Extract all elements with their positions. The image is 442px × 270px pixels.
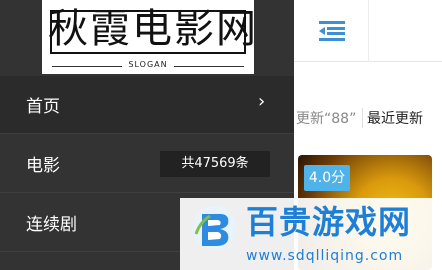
- score-badge: 4.0分: [304, 165, 350, 191]
- slogan-rule-left: [52, 66, 122, 67]
- watermark-url: www.sdqlliqing.com: [246, 248, 404, 264]
- logo-title: 秋霞电影网: [48, 6, 258, 52]
- nav-item-label: 电影: [26, 156, 60, 176]
- logo-slogan: SLOGAN: [128, 60, 168, 69]
- search-result-text: 更新“88”: [296, 111, 357, 127]
- watermark-title: 百贵游戏网: [246, 203, 412, 241]
- nav-item-label: 连续剧: [26, 215, 77, 235]
- nav-item-movies[interactable]: 电影 共47569条: [0, 135, 294, 193]
- nav-item-home[interactable]: 首页 ›: [0, 76, 294, 134]
- count-badge: 共47569条: [160, 151, 270, 177]
- topbar-divider: [368, 0, 369, 62]
- site-logo[interactable]: 秋霞电影网 SLOGAN: [42, 0, 258, 74]
- nav-item-label: 首页: [26, 97, 60, 117]
- watermark-logo-icon: [190, 204, 238, 252]
- chevron-right-icon: ›: [258, 91, 266, 112]
- latest-update-link[interactable]: 最近更新: [362, 108, 423, 128]
- slogan-rule-right: [174, 66, 244, 67]
- menu-toggle-button[interactable]: [296, 0, 368, 62]
- menu-collapse-icon: [319, 21, 345, 41]
